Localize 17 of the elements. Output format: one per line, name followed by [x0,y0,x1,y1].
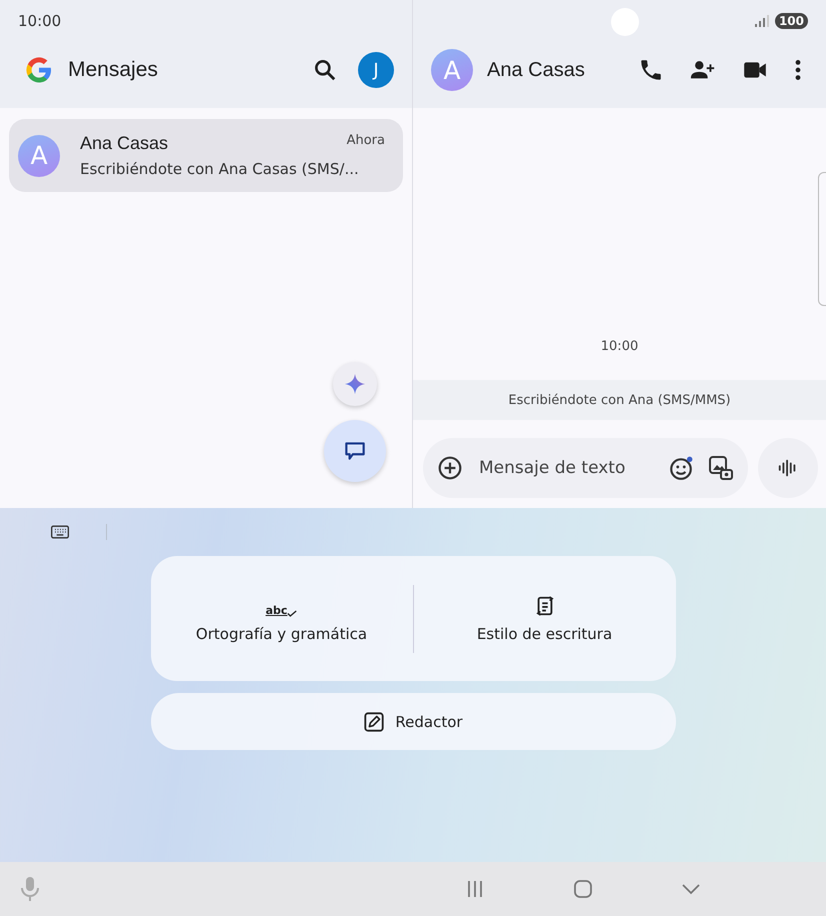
message-snippet: Escribiéndote con Ana Casas (SMS/... [80,160,360,178]
info-banner: Escribiéndote con Ana (SMS/MMS) [413,380,826,420]
compose-button[interactable]: Redactor [150,693,676,750]
contact-avatar: A [18,134,60,176]
account-avatar[interactable]: J [358,52,394,88]
conversation-item[interactable]: A Ana Casas Ahora Escribiéndote con Ana Casas (SMS/... [9,119,403,192]
status-time: 10:00 [18,12,62,30]
writing-option[interactable]: Estilo de escritura [414,574,676,662]
contact-avatar: A [431,49,473,91]
contact-name: Ana Casas [80,133,168,154]
message-field[interactable]: Mensaje de texto [477,457,654,479]
timestamp: 10:00 [600,339,638,354]
app-title: Mensajes [68,58,159,82]
writing-option[interactable]: abc Ortografía y gramática [150,574,412,662]
battery-level: 100 [774,13,808,29]
message-time: Ahora [346,133,385,150]
contact-name: Ana Casas [487,58,586,82]
